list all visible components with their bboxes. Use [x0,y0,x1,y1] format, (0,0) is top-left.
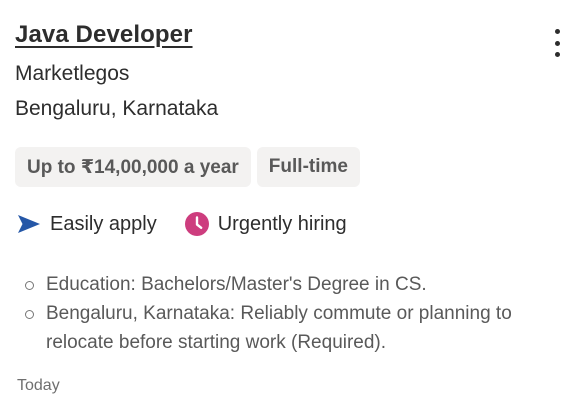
job-type-tag: Full-time [256,147,360,187]
posted-date: Today [17,377,60,394]
clock-icon [184,212,209,236]
more-options-icon [554,29,560,34]
snippet-item-education: Education: Bachelors/Master's Degree in … [25,270,570,299]
send-arrow-icon [17,214,41,234]
job-snippet-list: Education: Bachelors/Master's Degree in … [25,270,570,357]
easily-apply-attribute: Easily apply [17,213,157,236]
urgently-hiring-attribute: Urgently hiring [184,212,347,236]
more-options-icon-dot [554,52,560,57]
job-attributes: Easily apply Urgently hiring [17,212,347,236]
job-tags: Up to ₹14,00,000 a year Full-time [15,147,360,187]
job-location: Bengaluru, Karnataka [15,97,219,120]
easily-apply-label: Easily apply [50,212,157,235]
company-name: Marketlegos [15,62,130,85]
salary-tag: Up to ₹14,00,000 a year [15,147,251,187]
more-options-button[interactable] [546,26,568,60]
urgently-hiring-label: Urgently hiring [217,212,347,235]
job-card[interactable]: Java Developer Marketlegos Bengaluru, Ka… [0,0,587,417]
snippet-item-location: Bengaluru, Karnataka: Reliably commute o… [25,299,570,357]
more-options-icon-dot [554,40,560,46]
job-title-link[interactable]: Java Developer [15,21,193,49]
